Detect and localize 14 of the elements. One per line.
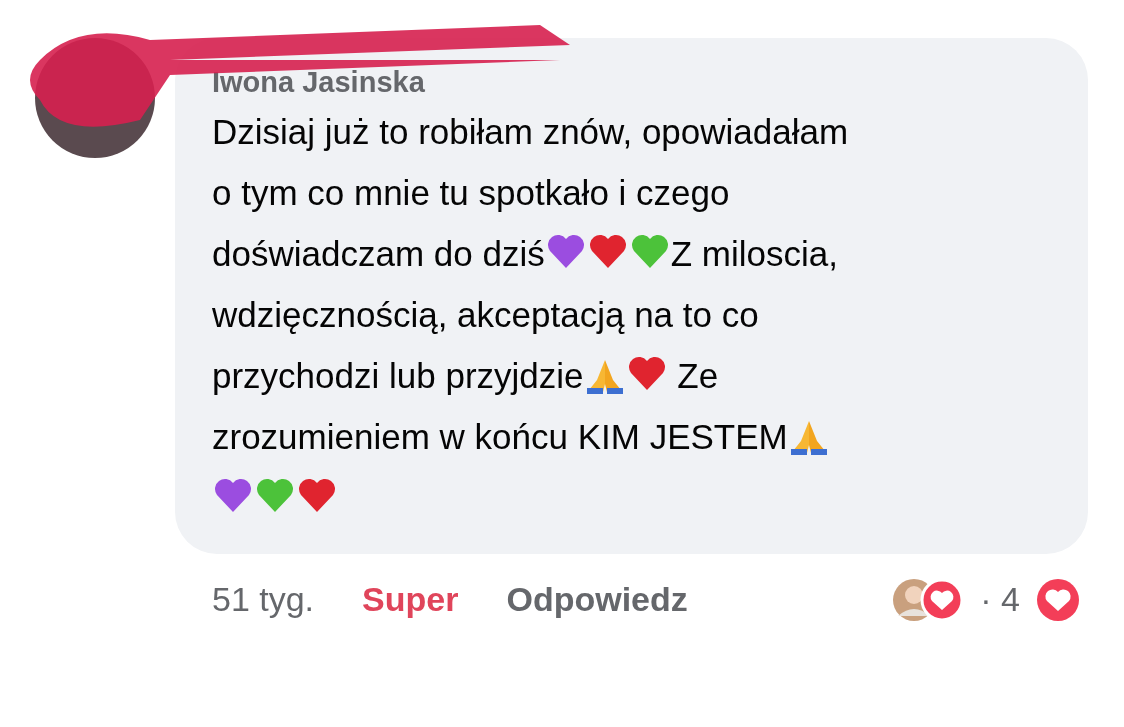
reply-link[interactable]: Odpowiedz bbox=[506, 574, 688, 625]
comment-text: wdzięcznością, akceptacją na to co bbox=[212, 295, 759, 334]
comment-text: doświadczam do dziś bbox=[212, 234, 545, 273]
comment-text: o tym co mnie tu spotkało i czego bbox=[212, 173, 730, 212]
comment-text: Ze bbox=[676, 356, 719, 395]
reaction-count: · 4 bbox=[980, 579, 1020, 620]
comment-text: przychodzi lub przyjdzie bbox=[212, 356, 584, 395]
timestamp: 51 tyg. bbox=[212, 579, 315, 620]
reaction-link[interactable]: Super bbox=[362, 574, 459, 625]
heart-reaction-icon[interactable] bbox=[1036, 577, 1080, 622]
comment-text: Z miloscia, bbox=[670, 234, 838, 273]
comment-text: zrozumieniem w końcu KIM JESTEM bbox=[212, 417, 788, 456]
comment-text: Dzisiaj już to robiłam znów, opowiadałam bbox=[212, 112, 849, 151]
author-name[interactable]: Iwona Jasinska bbox=[212, 68, 1058, 97]
